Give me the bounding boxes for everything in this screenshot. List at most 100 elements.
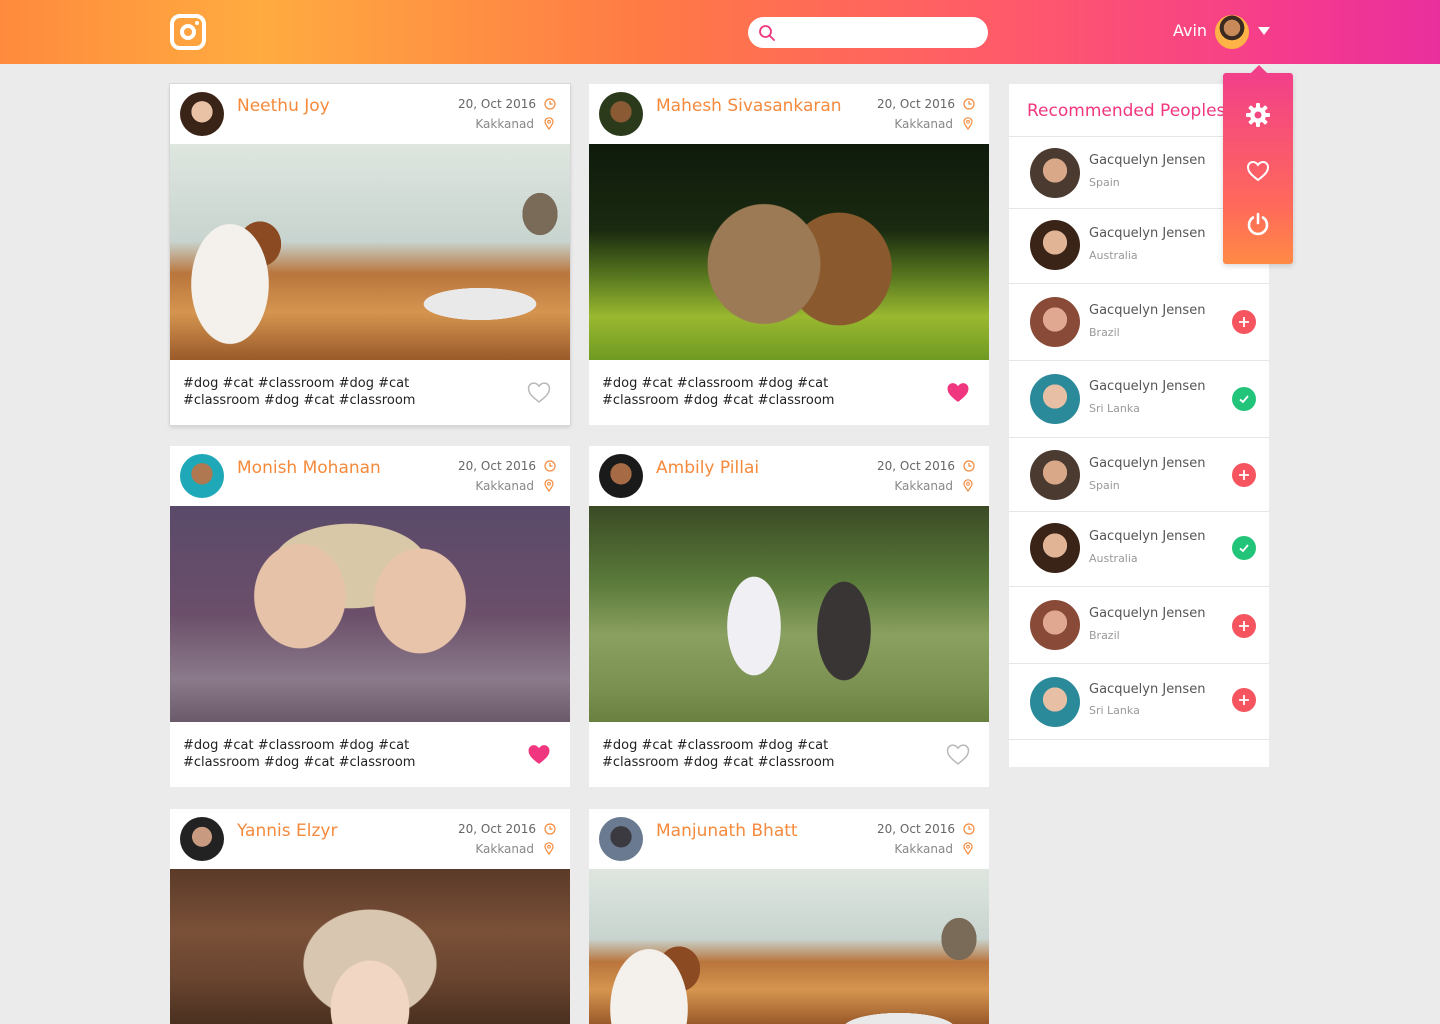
post-location: Kakkanad	[475, 117, 534, 131]
gear-icon[interactable]	[1242, 99, 1274, 131]
top-bar: Avin	[0, 0, 1440, 64]
add-friend-button[interactable]	[1232, 614, 1256, 638]
heart-filled-icon[interactable]	[945, 381, 971, 404]
avatar[interactable]	[1030, 523, 1080, 573]
search-input[interactable]	[784, 21, 978, 44]
search-icon	[759, 25, 775, 41]
add-friend-button[interactable]	[1232, 463, 1256, 487]
added-friend-button[interactable]	[1232, 536, 1256, 560]
check-icon	[1239, 395, 1249, 404]
person-name[interactable]: Gacquelyn Jensen	[1089, 682, 1205, 697]
post-header: Yannis Elzyr 20, Oct 2016 Kakkanad	[170, 809, 570, 869]
person-location: Australia	[1089, 552, 1138, 565]
post-card: Monish Mohanan 20, Oct 2016 Kakkanad #do…	[170, 446, 570, 787]
person-name[interactable]: Gacquelyn Jensen	[1089, 529, 1205, 544]
added-friend-button[interactable]	[1232, 387, 1256, 411]
avatar[interactable]	[180, 92, 224, 136]
clock-icon	[544, 460, 556, 472]
person-name[interactable]: Gacquelyn Jensen	[1089, 456, 1205, 471]
post-tags: #dog #cat #classroom #dog #cat #classroo…	[183, 738, 416, 770]
avatar[interactable]	[1030, 297, 1080, 347]
recommended-title: Recommended Peoples	[1027, 101, 1226, 121]
avatar[interactable]	[180, 817, 224, 861]
add-friend-button[interactable]	[1232, 688, 1256, 712]
location-pin-icon	[544, 842, 554, 855]
location-pin-icon	[544, 117, 554, 130]
post-footer: #dog #cat #classroom #dog #cat #classroo…	[170, 360, 570, 426]
chevron-down-icon[interactable]	[1258, 27, 1270, 35]
post-location: Kakkanad	[894, 842, 953, 856]
location-pin-icon	[963, 842, 973, 855]
avatar[interactable]	[599, 817, 643, 861]
post-footer: #dog #cat #classroom #dog #cat #classroo…	[170, 722, 570, 788]
post-date: 20, Oct 2016	[458, 97, 536, 111]
person-name[interactable]: Gacquelyn Jensen	[1089, 153, 1205, 168]
list-item[interactable]: Gacquelyn Jensen Spain	[1009, 437, 1269, 511]
clock-icon	[544, 98, 556, 110]
post-tags: #dog #cat #classroom #dog #cat #classroo…	[602, 738, 835, 770]
list-item[interactable]: Gacquelyn Jensen Brazil	[1009, 283, 1269, 360]
person-name[interactable]: Gacquelyn Jensen	[1089, 226, 1205, 241]
list-item[interactable]: Gacquelyn Jensen Australia	[1009, 511, 1269, 586]
post-card: Yannis Elzyr 20, Oct 2016 Kakkanad	[170, 809, 570, 1024]
post-card: Neethu Joy 20, Oct 2016 Kakkanad #dog #c…	[170, 84, 570, 425]
post-photo[interactable]	[589, 144, 989, 360]
add-friend-button[interactable]	[1232, 310, 1256, 334]
check-icon	[1239, 544, 1249, 553]
person-name[interactable]: Gacquelyn Jensen	[1089, 303, 1205, 318]
post-header: Mahesh Sivasankaran 20, Oct 2016 Kakkana…	[589, 84, 989, 144]
post-tags: #dog #cat #classroom #dog #cat #classroo…	[183, 376, 416, 408]
user-name[interactable]: Avin	[1173, 21, 1207, 40]
person-name[interactable]: Gacquelyn Jensen	[1089, 606, 1205, 621]
post-photo[interactable]	[589, 506, 989, 722]
list-item[interactable]: Gacquelyn Jensen Sri Lanka	[1009, 360, 1269, 437]
list-item[interactable]: Gacquelyn Jensen Sri Lanka	[1009, 663, 1269, 740]
instagram-logo-icon[interactable]	[170, 14, 206, 50]
avatar[interactable]	[1030, 220, 1080, 270]
post-photo[interactable]	[589, 869, 989, 1024]
heart-outline-icon[interactable]	[1242, 155, 1274, 187]
post-author[interactable]: Neethu Joy	[237, 96, 330, 116]
avatar[interactable]	[1030, 148, 1080, 198]
power-icon[interactable]	[1242, 208, 1274, 240]
avatar[interactable]	[1030, 450, 1080, 500]
user-menu	[1223, 65, 1293, 264]
clock-icon	[963, 823, 975, 835]
post-location: Kakkanad	[894, 117, 953, 131]
avatar[interactable]	[1030, 677, 1080, 727]
heart-outline-icon[interactable]	[526, 381, 552, 404]
heart-filled-icon[interactable]	[526, 743, 552, 766]
person-location: Australia	[1089, 249, 1138, 262]
avatar[interactable]	[1030, 374, 1080, 424]
post-author[interactable]: Mahesh Sivasankaran	[656, 96, 842, 116]
location-pin-icon	[544, 479, 554, 492]
post-card: Ambily Pillai 20, Oct 2016 Kakkanad #dog…	[589, 446, 989, 787]
avatar[interactable]	[599, 454, 643, 498]
avatar[interactable]	[599, 92, 643, 136]
post-author[interactable]: Ambily Pillai	[656, 458, 759, 478]
post-photo[interactable]	[170, 144, 570, 360]
post-author[interactable]: Monish Mohanan	[237, 458, 381, 478]
person-name[interactable]: Gacquelyn Jensen	[1089, 379, 1205, 394]
post-header: Manjunath Bhatt 20, Oct 2016 Kakkanad	[589, 809, 989, 869]
plus-icon	[1239, 317, 1249, 327]
heart-outline-icon[interactable]	[945, 743, 971, 766]
post-photo[interactable]	[170, 869, 570, 1024]
search-box[interactable]	[748, 17, 988, 48]
location-pin-icon	[963, 117, 973, 130]
post-location: Kakkanad	[475, 842, 534, 856]
list-item[interactable]: Gacquelyn Jensen Brazil	[1009, 586, 1269, 663]
post-location: Kakkanad	[475, 479, 534, 493]
post-footer: #dog #cat #classroom #dog #cat #classroo…	[589, 360, 989, 426]
person-location: Sri Lanka	[1089, 402, 1140, 415]
post-author[interactable]: Manjunath Bhatt	[656, 821, 798, 841]
avatar[interactable]	[180, 454, 224, 498]
post-photo[interactable]	[170, 506, 570, 722]
person-location: Sri Lanka	[1089, 704, 1140, 717]
user-avatar[interactable]	[1215, 15, 1249, 49]
post-date: 20, Oct 2016	[458, 459, 536, 473]
avatar[interactable]	[1030, 600, 1080, 650]
post-date: 20, Oct 2016	[877, 459, 955, 473]
post-author[interactable]: Yannis Elzyr	[237, 821, 337, 841]
person-location: Spain	[1089, 176, 1120, 189]
